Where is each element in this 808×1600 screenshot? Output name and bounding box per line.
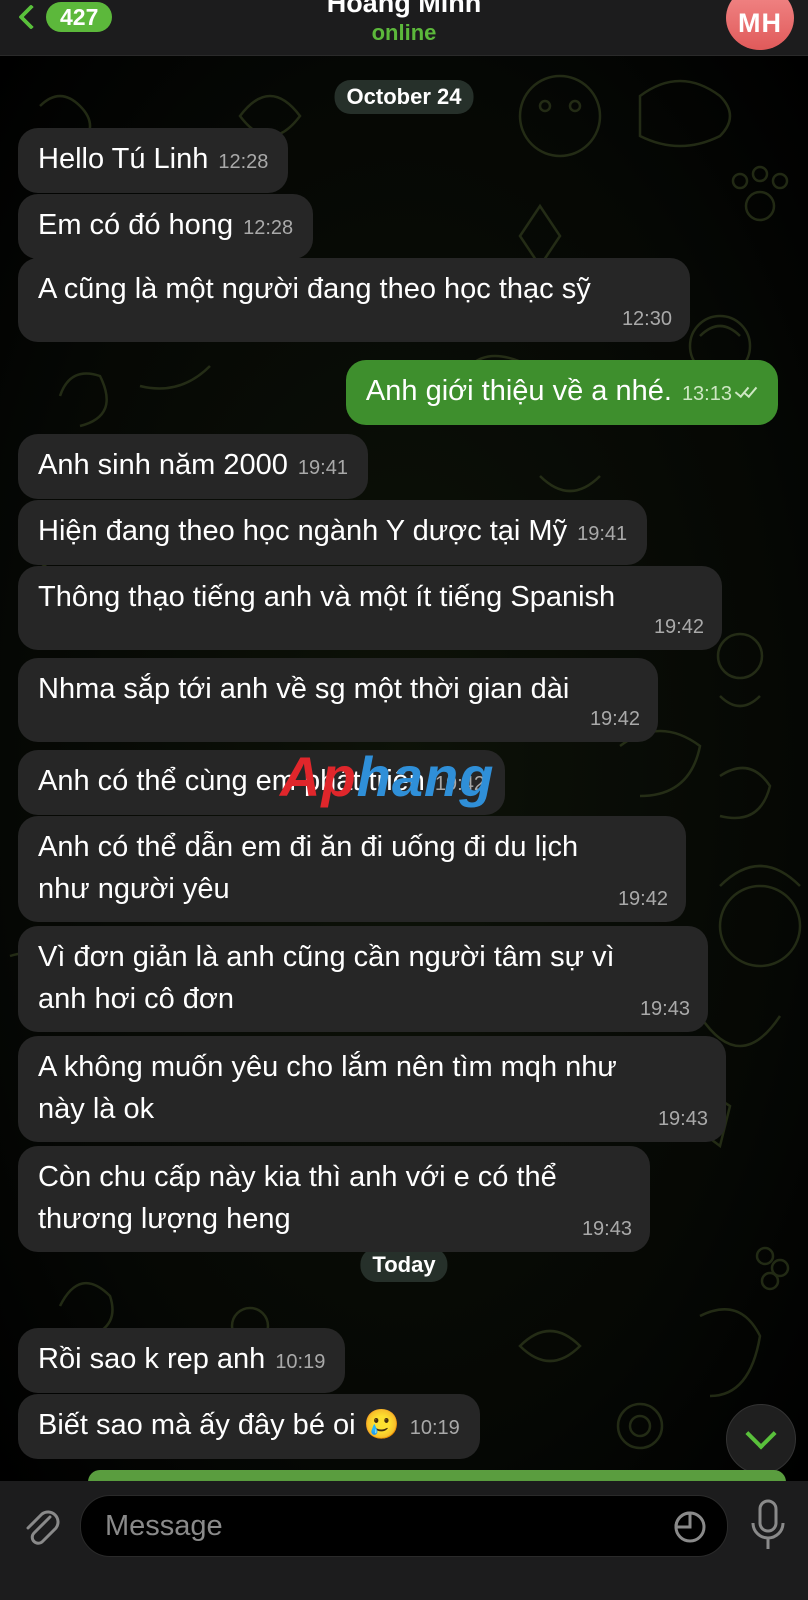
date-chip-today: Today xyxy=(360,1248,448,1282)
message-bubble[interactable]: A không muốn yêu cho lắm nên tìm mqh như… xyxy=(18,1036,726,1142)
message-field xyxy=(80,1495,728,1557)
message-time: 12:28 xyxy=(243,217,294,239)
message-bubble[interactable]: Em có đó hong 12:28 xyxy=(18,194,314,259)
message-time: 19:42 xyxy=(653,616,704,638)
sticker-icon[interactable] xyxy=(673,1510,707,1544)
date-chip-october-24: October 24 xyxy=(334,80,474,114)
message-text: Biết sao mà ấy đây bé oi xyxy=(38,1409,356,1441)
contact-status: online xyxy=(371,20,437,45)
scroll-to-bottom-button[interactable] xyxy=(726,1404,796,1474)
message-text: Nhma sắp tới anh về sg một thời gian dài xyxy=(38,673,570,705)
message-bubble[interactable]: Hiện đang theo học ngành Y dược tại Mỹ 19… xyxy=(18,500,648,565)
contact-name[interactable]: Hoàng Minh xyxy=(0,0,808,19)
message-text-line1: A không muốn yêu cho lắm nên tìm mqh như xyxy=(38,1051,617,1083)
read-receipt-double-check-icon xyxy=(736,386,758,400)
message-text-line2: anh hơi cô đơn xyxy=(38,983,235,1015)
watermark-logo: Aphang xyxy=(280,745,495,808)
message-bubble[interactable]: Hello Tú Linh 12:28 xyxy=(18,128,289,193)
message-time: 19:43 xyxy=(581,1218,632,1240)
message-text: Em có đó hong xyxy=(38,209,234,241)
message-time: 19:42 xyxy=(617,888,668,910)
message-composer xyxy=(0,1481,808,1600)
message-bubble[interactable]: Thông thạo tiếng anh và một ít tiếng Spa… xyxy=(18,566,722,650)
message-text-line2: như người yêu xyxy=(38,873,230,905)
message-time: 19:41 xyxy=(297,457,348,479)
message-time: 12:30 xyxy=(621,308,672,330)
message-text: Anh sinh năm 2000 xyxy=(38,449,288,481)
chat-header: 427 Hoàng Minh online MH xyxy=(0,0,808,56)
outgoing-message-bubble[interactable]: Anh giới thiệu về a nhé. 13:13 xyxy=(345,360,778,425)
message-time: 10:19 xyxy=(409,1417,460,1439)
paperclip-icon[interactable] xyxy=(20,1505,64,1549)
message-text: A cũng là một người đang theo học thạc s… xyxy=(38,273,591,305)
message-text-line2: thương lượng heng xyxy=(38,1203,291,1235)
message-bubble[interactable]: Anh có thể dẫn em đi ăn đi uống đi du lị… xyxy=(18,816,686,922)
message-text: Thông thạo tiếng anh và một ít tiếng Spa… xyxy=(38,581,616,613)
message-bubble[interactable]: Rồi sao k rep anh 10:19 xyxy=(18,1328,346,1393)
message-time: 19:43 xyxy=(657,1108,708,1130)
message-text-line1: Anh có thể dẫn em đi ăn đi uống đi du lị… xyxy=(38,831,579,863)
message-time: 19:43 xyxy=(639,998,690,1020)
message-bubble[interactable]: Anh sinh năm 2000 19:41 xyxy=(18,434,368,499)
message-text-line1: Còn chu cấp này kia thì anh với e có thể xyxy=(38,1161,557,1193)
crying-smile-emoji: 🥲 xyxy=(363,1409,400,1441)
message-text-line1: Vì đơn giản là anh cũng cần người tâm sự… xyxy=(38,941,615,973)
message-time: 12:28 xyxy=(218,151,269,173)
message-time: 19:41 xyxy=(577,523,628,545)
message-bubble[interactable]: Vì đơn giản là anh cũng cần người tâm sự… xyxy=(18,926,708,1032)
message-bubble[interactable]: Nhma sắp tới anh về sg một thời gian dài… xyxy=(18,658,658,742)
message-time: 19:42 xyxy=(589,708,640,730)
message-text: Hello Tú Linh xyxy=(38,143,209,175)
message-text-line2: này là ok xyxy=(38,1093,155,1125)
microphone-icon[interactable] xyxy=(748,1499,788,1555)
message-bubble[interactable]: Biết sao mà ấy đây bé oi 🥲 10:19 xyxy=(18,1394,480,1459)
message-input[interactable] xyxy=(105,1496,645,1556)
message-time: 13:13 xyxy=(681,383,732,405)
message-bubble[interactable]: Còn chu cấp này kia thì anh với e có thể… xyxy=(18,1146,650,1252)
message-bubble[interactable]: A cũng là một người đang theo học thạc s… xyxy=(18,258,690,342)
message-text: Hiện đang theo học ngành Y dược tại Mỹ xyxy=(38,515,568,547)
message-text: Rồi sao k rep anh xyxy=(38,1343,266,1375)
message-time: 10:19 xyxy=(275,1351,326,1373)
chevron-down-icon xyxy=(745,1418,777,1450)
message-text: Anh giới thiệu về a nhé. xyxy=(365,375,672,407)
